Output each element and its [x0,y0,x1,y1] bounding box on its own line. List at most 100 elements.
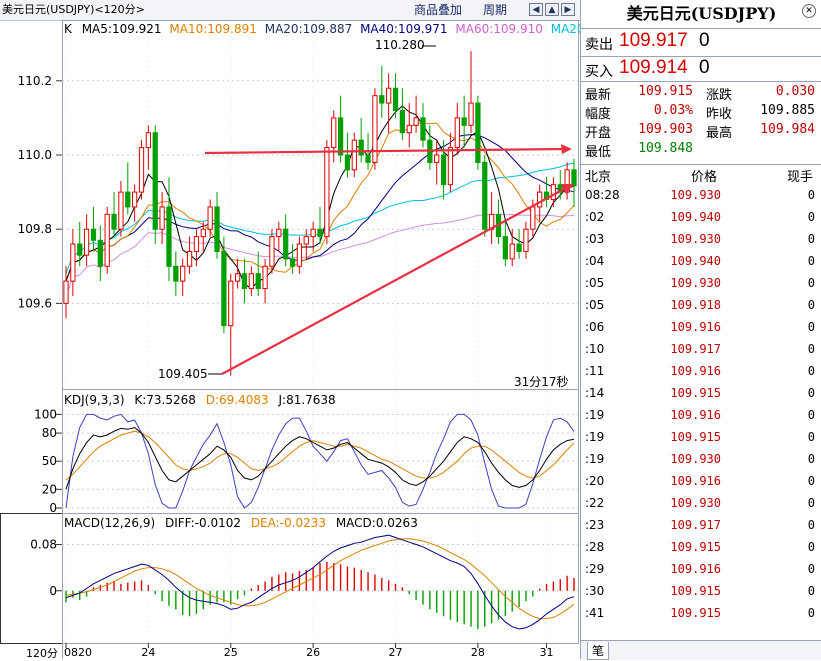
candle-body [200,228,206,238]
percent-value: 0.03% [653,103,693,118]
candle [97,225,103,282]
price-tick-label: 109.6 [18,296,52,310]
candle [255,251,261,296]
tick-row: :14 109.915 0 [581,383,821,405]
candle [399,88,406,141]
tick-price: 109.916 [670,320,721,334]
macd-legend: MACD(12,26,9) DIFF:-0.0102 DEA:-0.0233 M… [64,516,418,530]
tick-row: :22 109.930 0 [581,493,821,515]
candle-body [351,139,357,171]
chart-area: 美元日元(USDJPY)<120分> 商品叠加 周期 ◀ ▲ ▶ 110.2 11… [0,0,638,660]
low-value: 109.848 [638,141,693,156]
candle-body [186,250,193,267]
tick-time: :05 [585,298,605,312]
resistance-arrow [204,147,566,155]
tick-time: :06 [585,320,605,334]
candle [303,229,309,259]
candle-body [475,102,481,163]
candle [379,65,385,118]
candle-body [434,154,440,163]
tick-price: 109.940 [670,254,721,268]
candle [324,140,330,245]
candle-body [214,206,220,252]
tick-volume: 0 [807,606,815,620]
buy-label: 买入 [585,64,613,80]
candle [132,184,138,222]
macd-tick-label: 0 [49,584,57,598]
candle [502,221,508,267]
tick-row: :02 109.940 0 [581,207,821,229]
candle-body [358,139,364,156]
candle [83,214,90,267]
legend-ma40: MA40:109.971 [360,22,448,36]
tick-row: :05 109.918 0 [581,295,821,317]
tick-row: :30 109.915 0 [581,581,821,603]
candle [262,258,268,304]
candle-body [310,228,316,238]
close-icon[interactable]: ✕ [802,4,816,18]
legend-ma10: MA10:109.891 [169,22,257,36]
candle [495,199,502,245]
tick-volume: 0 [807,364,815,378]
tick-price: 109.916 [670,474,721,488]
candle-body [461,117,467,126]
candle-body [77,243,83,256]
macd-dea-value: DEA:-0.0233 [250,516,326,530]
change-value: 0.030 [775,84,815,99]
tick-volume: 0 [807,452,815,466]
candle-body [159,206,165,230]
prev-close-label: 昨收 [706,107,733,122]
tick-volume: 0 [807,232,815,246]
candle [434,140,440,185]
candle [90,206,97,252]
candle-body [454,117,460,149]
candle [276,221,282,252]
tick-volume: 0 [807,408,815,422]
candle-body [234,273,241,282]
y-axis-left-box [0,513,63,644]
tick-price: 109.940 [670,210,721,224]
macd-tick-label: 0.08 [30,537,57,551]
candle [248,266,254,296]
tick-price: 109.930 [670,232,721,246]
candle [193,229,200,267]
candle-body [173,265,179,282]
main-legend: K MA5:109.921 MA10:109.891 MA20:109.887 … [64,22,638,36]
candle [77,221,83,267]
candle-body [262,265,268,290]
tick-time: :23 [585,518,605,532]
ticks-tab[interactable]: 笔 [587,642,610,660]
candle [283,214,289,267]
candle-body [468,102,474,126]
tick-volume: 0 [807,474,815,488]
candle-body [207,206,213,230]
candle [63,266,69,319]
candle-body [502,236,508,260]
candle [214,192,220,259]
candle [543,177,550,207]
ticks-header: 北京 价格 现手 [581,164,821,186]
candle-body [303,236,309,245]
legend-ma5: MA5:109.921 [81,22,162,36]
candle-body [516,243,522,252]
candle [269,229,275,274]
tick-volume: 0 [807,540,815,554]
x-tick-label: 0820 [64,646,92,659]
tick-price: 109.916 [670,408,721,422]
ticks-header-time: 北京 [585,170,612,185]
tick-price: 109.917 [670,518,721,532]
last-value: 109.915 [638,84,693,99]
tick-list: 08:28 109.930 0:02 109.940 0:03 109.930 0:04 10… [581,185,821,635]
legend-ma60: MA60:109.910 [455,22,543,36]
legend-ma20: MA20:109.887 [264,22,353,36]
legend-k: K [64,22,72,36]
tick-time: :10 [585,342,605,356]
candle-body [63,280,69,304]
tick-time: :19 [585,452,605,466]
candle [118,180,124,237]
price-tick-label: 109.8 [18,222,52,236]
candle [406,103,412,148]
candle [138,140,145,200]
tick-time: :04 [585,254,605,268]
candle [516,229,522,259]
